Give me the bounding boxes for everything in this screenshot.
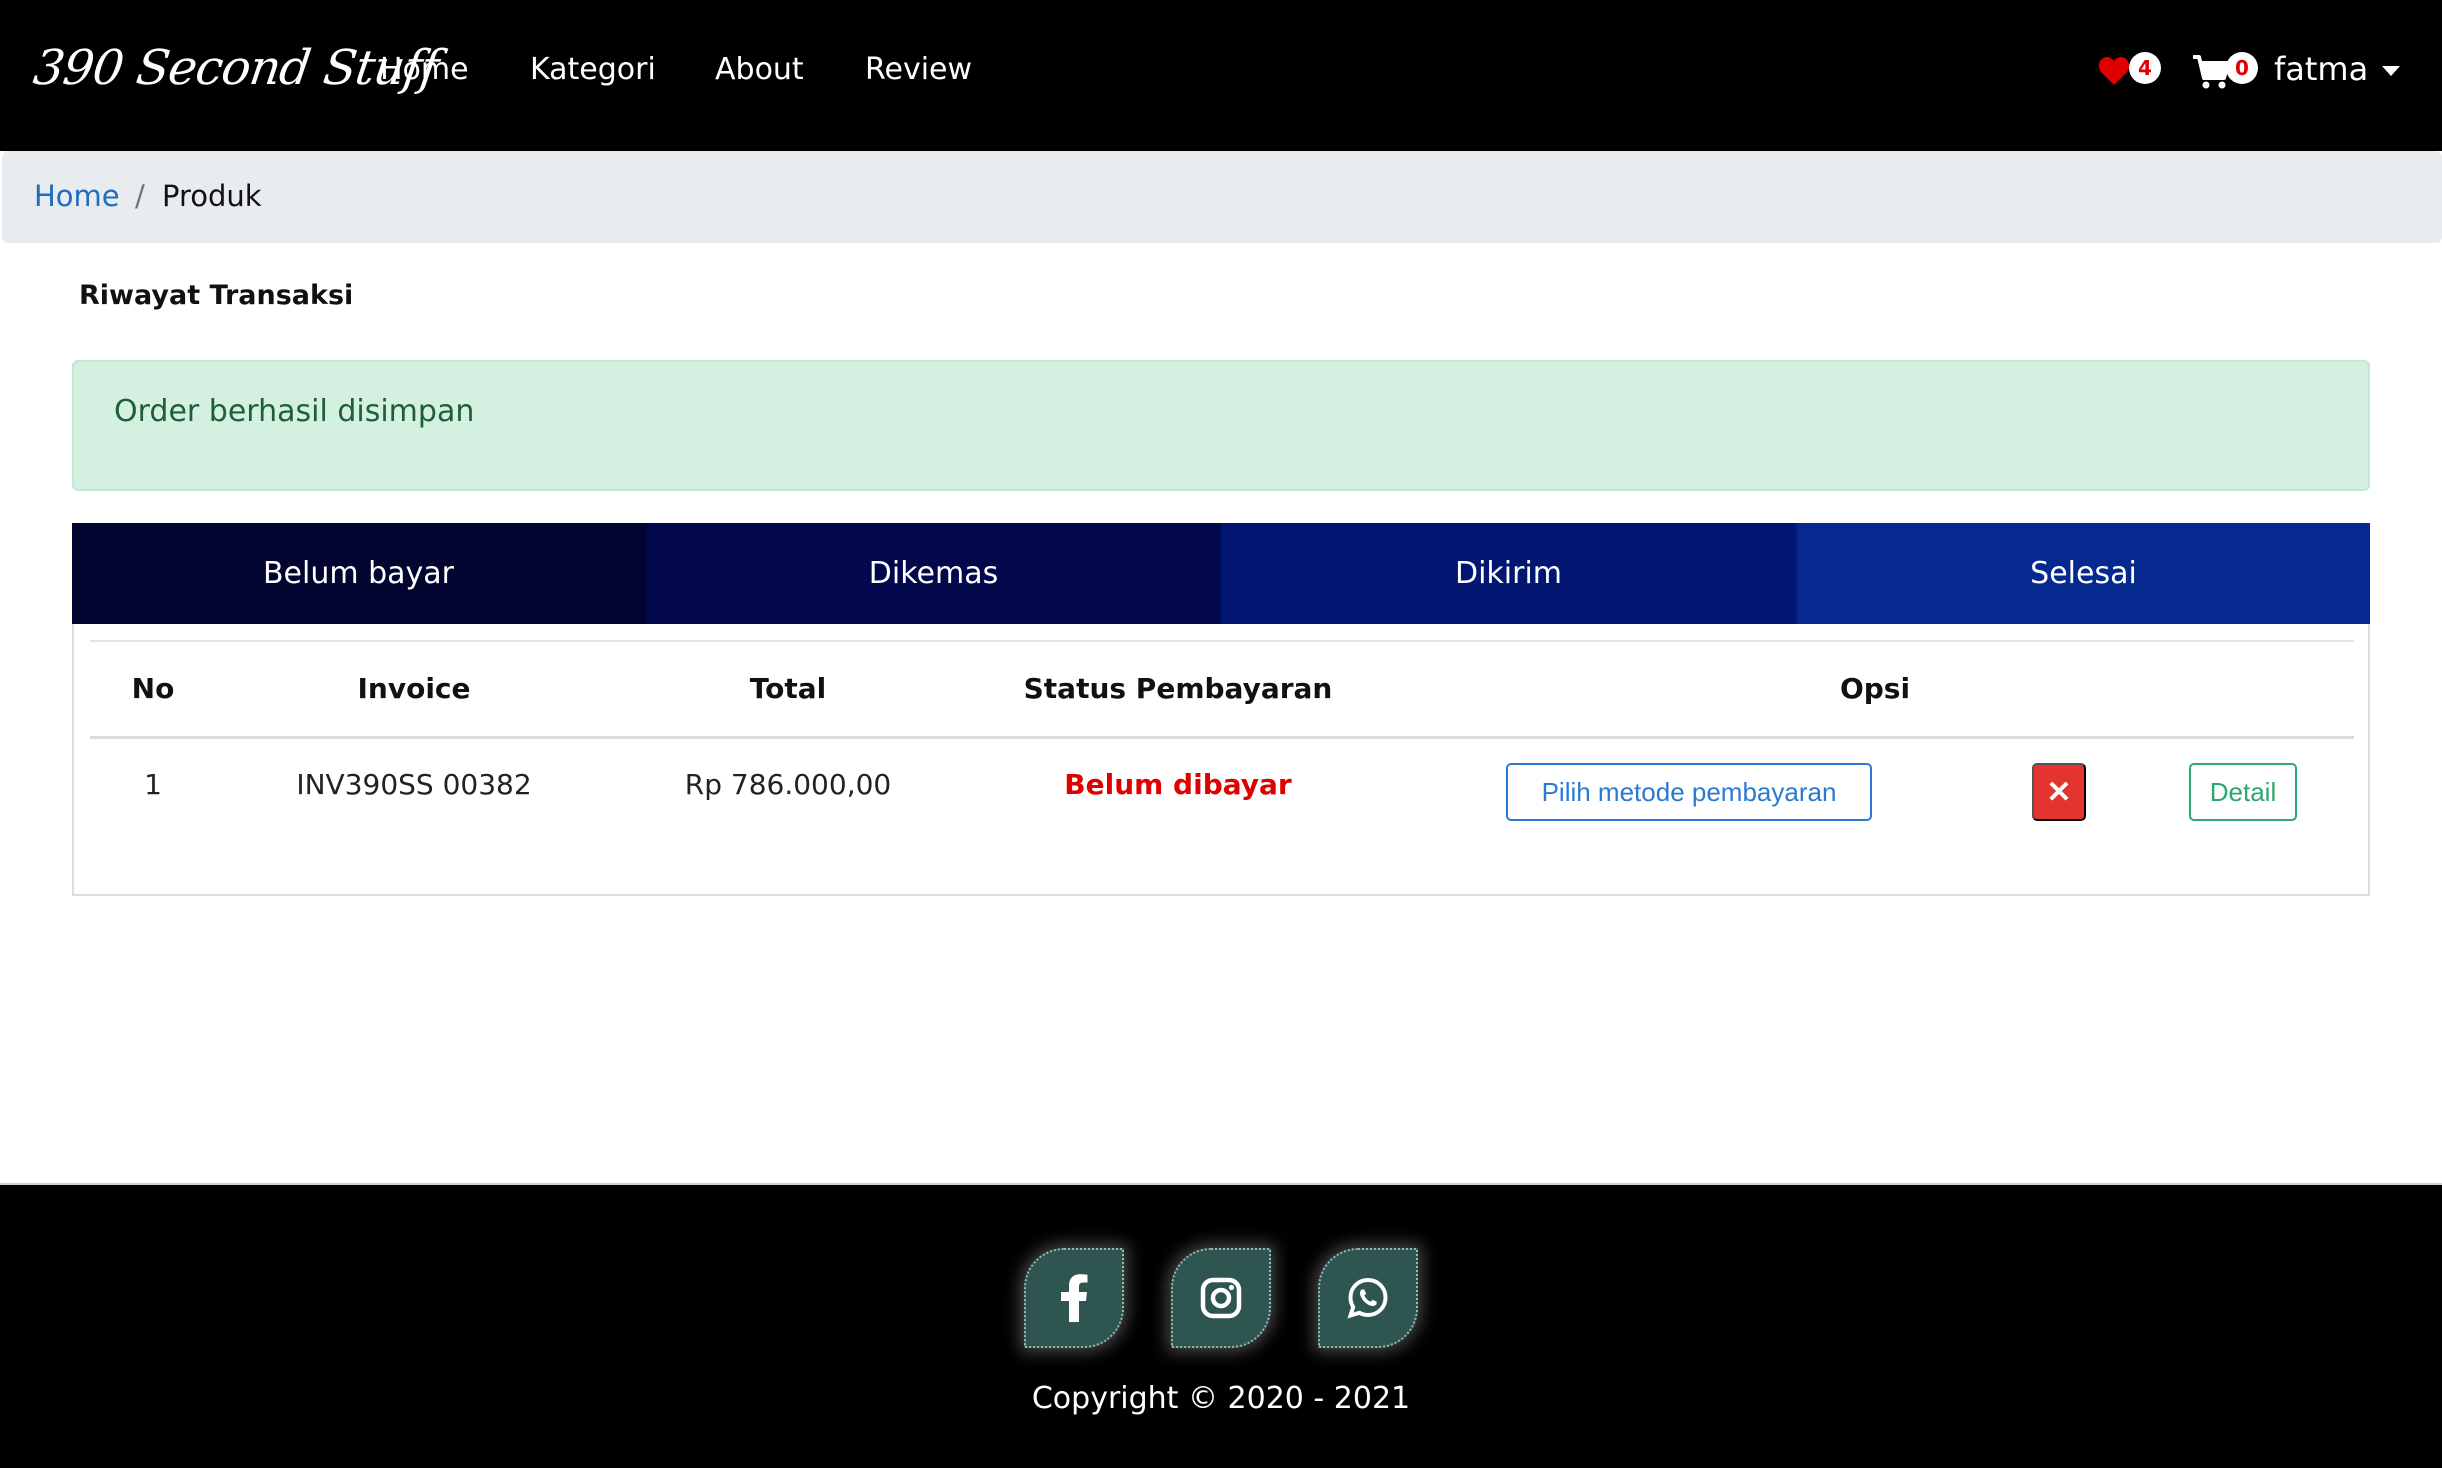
cart-count-badge: 0 xyxy=(2226,52,2258,84)
user-name: fatma xyxy=(2274,50,2369,88)
column-header-total: Total xyxy=(749,672,827,705)
nav-link-kategori[interactable]: Kategori xyxy=(530,52,656,87)
brand-logo[interactable]: 390 Second Stuff xyxy=(30,28,441,123)
row-payment-status: Belum dibayar xyxy=(1064,768,1292,801)
top-navbar: 390 Second Stuff Home Kategori About Rev… xyxy=(0,0,2442,151)
user-dropdown-toggle[interactable]: fatma xyxy=(2274,50,2401,88)
table-header-divider xyxy=(90,736,2354,739)
cancel-order-close-icon[interactable]: ✕ xyxy=(2032,763,2086,821)
detail-button[interactable]: Detail xyxy=(2189,763,2297,821)
row-invoice: INV390SS 00382 xyxy=(296,768,532,801)
chevron-down-icon xyxy=(2382,66,2401,76)
tab-dikemas[interactable]: Dikemas xyxy=(645,523,1220,624)
column-header-invoice: Invoice xyxy=(357,672,471,705)
wishlist-count-badge: 4 xyxy=(2129,52,2161,84)
breadcrumb-current: Produk xyxy=(162,179,262,213)
tab-selesai[interactable]: Selesai xyxy=(1795,523,2370,624)
instagram-icon[interactable] xyxy=(1171,1248,1271,1348)
wishlist-heart-icon[interactable] xyxy=(2098,56,2130,86)
cart-icon[interactable] xyxy=(2192,54,2230,90)
success-alert-text: Order berhasil disimpan xyxy=(114,394,475,429)
nav-link-review[interactable]: Review xyxy=(865,52,972,87)
copyright-text: Copyright © 2020 - 2021 xyxy=(1031,1381,1411,1416)
breadcrumb-home-link[interactable]: Home xyxy=(34,179,120,213)
order-status-tabs: Belum bayar Dikemas Dikirim Selesai xyxy=(72,523,2370,624)
nav-link-about[interactable]: About xyxy=(715,52,804,87)
success-alert: Order berhasil disimpan xyxy=(72,360,2370,491)
column-header-status: Status Pembayaran xyxy=(1023,672,1333,705)
nav-link-home[interactable]: Home xyxy=(380,52,469,87)
tab-belum-bayar[interactable]: Belum bayar xyxy=(72,523,645,624)
table-top-divider xyxy=(90,640,2354,642)
column-header-opsi: Opsi xyxy=(1839,672,1911,705)
row-no: 1 xyxy=(144,768,162,801)
transaction-table-panel: No Invoice Total Status Pembayaran Opsi … xyxy=(72,624,2370,896)
choose-payment-method-button[interactable]: Pilih metode pembayaran xyxy=(1506,763,1872,821)
breadcrumb: Home / Produk xyxy=(2,151,2442,243)
page-title: Riwayat Transaksi xyxy=(79,280,354,311)
row-total: Rp 786.000,00 xyxy=(684,768,892,801)
facebook-icon[interactable] xyxy=(1024,1248,1124,1348)
tab-dikirim[interactable]: Dikirim xyxy=(1220,523,1795,624)
column-header-no: No xyxy=(131,672,175,705)
footer: Copyright © 2020 - 2021 xyxy=(0,1183,2442,1468)
whatsapp-icon[interactable] xyxy=(1318,1248,1418,1348)
breadcrumb-separator: / xyxy=(135,179,145,213)
